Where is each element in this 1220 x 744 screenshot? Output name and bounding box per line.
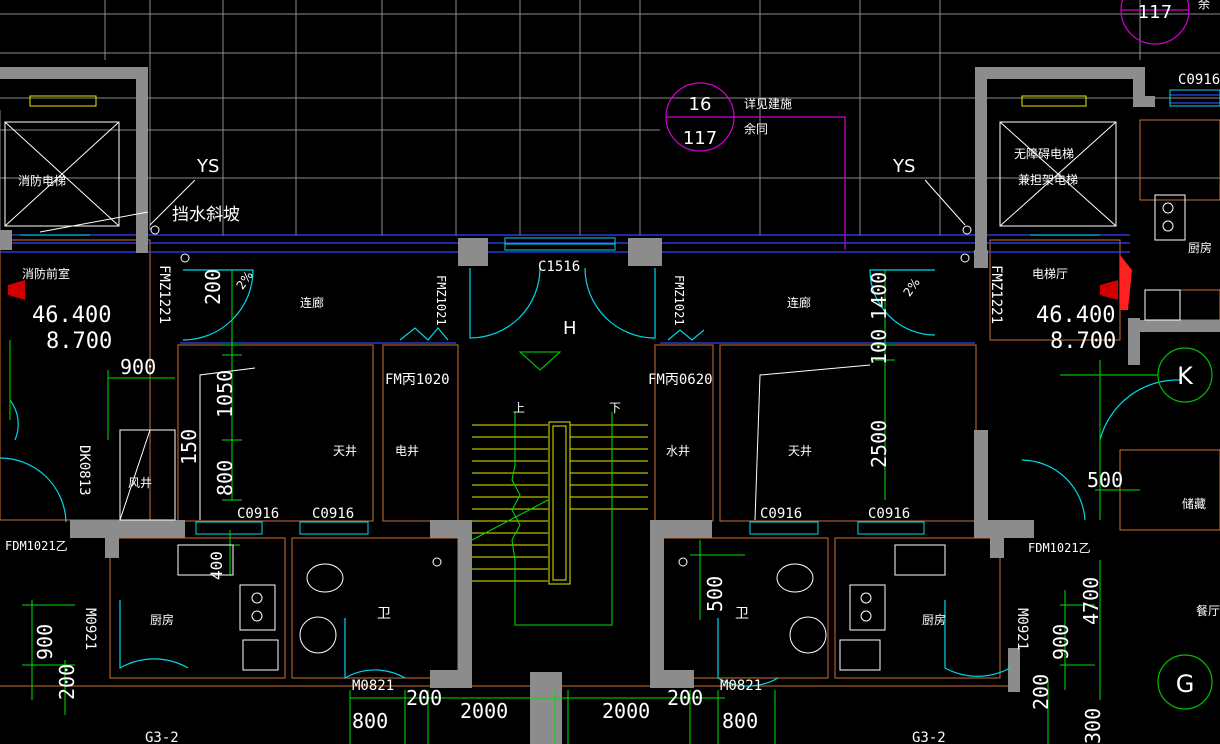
dim-150: 150: [177, 429, 201, 465]
label-stair-down: 下: [609, 401, 621, 415]
tag-c0916-top-right: C0916: [1178, 72, 1220, 88]
tag-fdm-right: FDM1021乙: [1028, 541, 1091, 555]
tag-c1516: C1516: [538, 259, 580, 275]
tag-c0916-d: C0916: [868, 506, 910, 522]
grid-lines: [0, 0, 1220, 240]
room-water-shaft: 水井: [666, 444, 690, 458]
tag-fm-bing-1020: FM丙1020: [385, 372, 450, 388]
dim-900-right: 900: [1049, 624, 1073, 660]
tag-fmz-left: FMZ1221: [156, 265, 172, 324]
tag-fdm-left: FDM1021乙: [5, 539, 68, 553]
room-kitchen-far-right: 厨房: [1188, 240, 1212, 255]
label-ys-left: YS: [196, 156, 219, 177]
dim-2000-a: 2000: [460, 699, 508, 723]
tag-g3-left: G3-2: [145, 730, 179, 744]
stair: [472, 421, 648, 585]
tag-g3-right: G3-2: [912, 730, 946, 744]
tag-fmb-right-v: FMZ1021: [672, 275, 686, 326]
elev-left-bottom: 8.700: [46, 329, 112, 354]
elev-left-top: 46.400: [32, 303, 111, 328]
dim-2500: 2500: [867, 420, 891, 468]
room-corridor-left: 连廊: [300, 295, 324, 310]
room-storage: 储藏: [1182, 496, 1206, 511]
room-dining: 餐厅: [1196, 603, 1220, 618]
room-fire-vestibule: 消防前室: [22, 266, 70, 281]
label-stair-h: H: [563, 318, 577, 339]
dim-800-b1: 800: [352, 709, 388, 733]
room-air-shaft: 风井: [128, 476, 152, 490]
room-shaft-right: 天井: [788, 444, 812, 458]
stair-direction: [471, 351, 613, 626]
room-accessible-elevator-2: 兼担架电梯: [1018, 173, 1078, 187]
dim-500-mid: 500: [703, 576, 727, 612]
dim-4700: 4700: [1079, 577, 1103, 625]
dim-400: 400: [207, 551, 226, 580]
tag-m0921-right: M0921: [1014, 608, 1030, 650]
dim-300: 300: [1081, 708, 1105, 744]
tag-fmz-right: FMZ1221: [988, 265, 1004, 324]
label-wc-left: 卫: [377, 606, 391, 622]
tag-fmb-left-v: FMZ1021: [434, 275, 448, 326]
label-ys-right: YS: [892, 156, 915, 177]
dim-500-right: 500: [1087, 468, 1123, 492]
dim-2000-b: 2000: [602, 699, 650, 723]
dim-900-top: 900: [120, 355, 156, 379]
room-shaft-left: 天井: [333, 444, 357, 458]
dim-200-bottom-left: 200: [55, 664, 79, 700]
dim-200-b1: 200: [406, 686, 442, 710]
dim-200-b2: 200: [667, 686, 703, 710]
tag-dk0813: DK0813: [76, 445, 92, 496]
label-slope-right: 2%: [901, 275, 923, 299]
room-accessible-elevator-1: 无障碍电梯: [1014, 146, 1074, 161]
floor-plan-drawing: 16 117 详见建施 余同 117 余 K G 消防电梯 消防前室 连廊 连廊…: [0, 0, 1220, 744]
dim-800-b2: 800: [722, 709, 758, 733]
doors: [0, 267, 1181, 687]
tag-m0821-right: M0821: [720, 678, 762, 694]
room-kitchen-left: 厨房: [150, 612, 174, 627]
room-kitchen-right: 厨房: [922, 612, 946, 627]
elev-right-bottom: 8.700: [1050, 329, 1116, 354]
axis-bubbles: [1060, 347, 1213, 710]
detail-callout-top: 16: [689, 94, 712, 115]
top-bubble-value: 117: [1138, 2, 1172, 23]
tag-c0916-a: C0916: [237, 506, 279, 522]
top-bubble-side: 余: [1198, 0, 1210, 11]
dim-200-right-bottom: 200: [1029, 674, 1053, 710]
dimension-lines: [9, 270, 1140, 744]
dim-900-left: 900: [33, 624, 57, 660]
tag-m0921-left: M0921: [82, 608, 98, 650]
room-corridor-right: 连廊: [787, 295, 811, 310]
label-wc-right: 卫: [735, 606, 749, 622]
dim-200-left: 200: [201, 269, 225, 305]
tag-m0821-left: M0821: [352, 678, 394, 694]
detail-note-1: 详见建施: [744, 96, 792, 111]
detail-callout-bottom: 117: [683, 128, 717, 149]
label-ramp-note: 挡水斜坡: [172, 205, 240, 225]
elev-right-top: 46.400: [1036, 303, 1115, 328]
room-electric-shaft: 电井: [395, 444, 419, 458]
label-stair-up: 上: [513, 401, 525, 415]
detail-note-2: 余同: [744, 121, 768, 136]
dim-800: 800: [213, 460, 237, 496]
dim-100: 100: [867, 329, 891, 365]
axis-label-g: G: [1176, 670, 1195, 698]
tag-c0916-b: C0916: [312, 506, 354, 522]
room-fire-elevator: 消防电梯: [18, 173, 66, 188]
cad-viewport[interactable]: 16 117 详见建施 余同 117 余 K G 消防电梯 消防前室 连廊 连廊…: [0, 0, 1220, 744]
dim-1050: 1050: [213, 370, 237, 418]
dim-1400: 1400: [867, 272, 891, 320]
tag-fm-bing-0620: FM丙0620: [648, 372, 713, 388]
room-elevator-hall: 电梯厅: [1032, 267, 1068, 281]
axis-label-k: K: [1177, 362, 1194, 390]
tag-c0916-c: C0916: [760, 506, 802, 522]
